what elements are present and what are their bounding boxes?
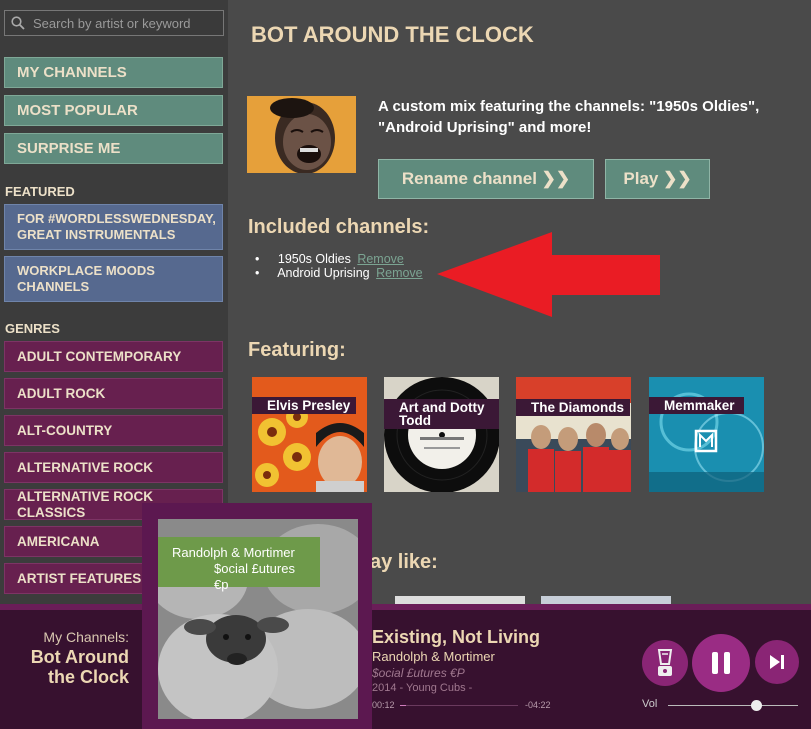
remaining-time: -04:22 [525, 700, 551, 710]
track-title: Existing, Not Living [372, 627, 541, 647]
album-art-artist: Randolph & Mortimer [172, 545, 295, 560]
pause-button[interactable] [692, 634, 750, 692]
volume-slider[interactable] [668, 705, 798, 706]
channel-cover-image [247, 96, 356, 173]
channel-description: A custom mix featuring the channels: "19… [378, 98, 760, 136]
search-input[interactable]: Search by artist or keyword [4, 10, 224, 36]
track-year: 2014 - Young Cubs - [372, 682, 473, 694]
genre-item[interactable]: ALTERNATIVE ROCK [4, 452, 223, 483]
featured-artist-card[interactable]: Art and Dotty Todd [384, 377, 499, 492]
now-playing-context: My Channels: Bot Around the Clock [0, 629, 129, 687]
included-channels-heading: Included channels: [248, 216, 430, 238]
featured-item-workplace-moods[interactable]: WORKPLACE MOODS CHANNELS [4, 256, 223, 302]
genre-item[interactable]: ADULT CONTEMPORARY [4, 341, 223, 372]
remove-link[interactable]: Remove [376, 266, 423, 280]
play-button[interactable]: Play ❯❯ [605, 159, 710, 199]
featured-item-wordless-wednesday[interactable]: FOR #WORDLESSWEDNESDAY, GREAT INSTRUMENT… [4, 204, 223, 250]
included-channels-list: 1950s Oldies Remove Android Uprising Rem… [255, 252, 423, 280]
rename-channel-button[interactable]: Rename channel ❯❯ [378, 159, 594, 199]
artist-label: Art and Dotty Todd [384, 399, 499, 429]
context-label: My Channels: [43, 629, 129, 645]
elapsed-time: 00:12 [372, 700, 395, 710]
channel-name: Android Uprising [277, 266, 370, 280]
track-album: $ocial £utures €P [372, 666, 465, 680]
channel-name: 1950s Oldies [277, 252, 351, 266]
context-channel-name[interactable]: Bot Around the Clock [0, 647, 129, 687]
page-title: BOT AROUND THE CLOCK [251, 22, 534, 47]
artist-label: The Diamonds [516, 399, 631, 416]
my-channels-button[interactable]: MY CHANNELS [4, 57, 223, 88]
featuring-heading: Featuring: [248, 339, 346, 361]
artist-label: Memmaker [649, 397, 744, 414]
progress-fill [400, 705, 406, 706]
search-icon [11, 16, 25, 30]
skip-next-icon [770, 655, 784, 669]
album-art-album: $ocial £utures €p [214, 561, 295, 592]
surprise-me-button[interactable]: SURPRISE ME [4, 133, 223, 164]
featured-artist-card[interactable]: The Diamonds [516, 377, 631, 492]
remove-link[interactable]: Remove [357, 252, 404, 266]
skip-button[interactable] [755, 640, 799, 684]
red-arrow-annotation [437, 232, 660, 317]
progress-bar[interactable] [400, 705, 518, 706]
featured-heading: FEATURED [5, 184, 75, 199]
featured-artist-card[interactable]: Elvis Presley [252, 377, 367, 492]
feedback-button[interactable] [642, 640, 688, 686]
similar-channel-thumb[interactable] [541, 596, 671, 604]
track-artist[interactable]: Randolph & Mortimer [372, 649, 495, 664]
pause-icon [712, 652, 730, 674]
genres-heading: GENRES [5, 321, 60, 336]
featured-artist-card[interactable]: Memmaker [649, 377, 764, 492]
most-popular-button[interactable]: MOST POPULAR [4, 95, 223, 126]
blender-icon [657, 649, 673, 676]
genre-item[interactable]: ALT-COUNTRY [4, 415, 223, 446]
search-placeholder: Search by artist or keyword [33, 15, 191, 31]
genre-item[interactable]: ADULT ROCK [4, 378, 223, 409]
volume-label: Vol [642, 698, 658, 710]
similar-channels-heading: ay like: [370, 551, 438, 573]
artist-label: Elvis Presley [252, 397, 357, 414]
list-item: 1950s Oldies Remove [255, 252, 423, 266]
similar-channel-thumb[interactable] [395, 596, 525, 604]
album-art: Randolph & Mortimer $ocial £utures €p [158, 519, 358, 719]
list-item: Android Uprising Remove [255, 266, 423, 280]
album-art-label: Randolph & Mortimer $ocial £utures €p [158, 537, 320, 592]
